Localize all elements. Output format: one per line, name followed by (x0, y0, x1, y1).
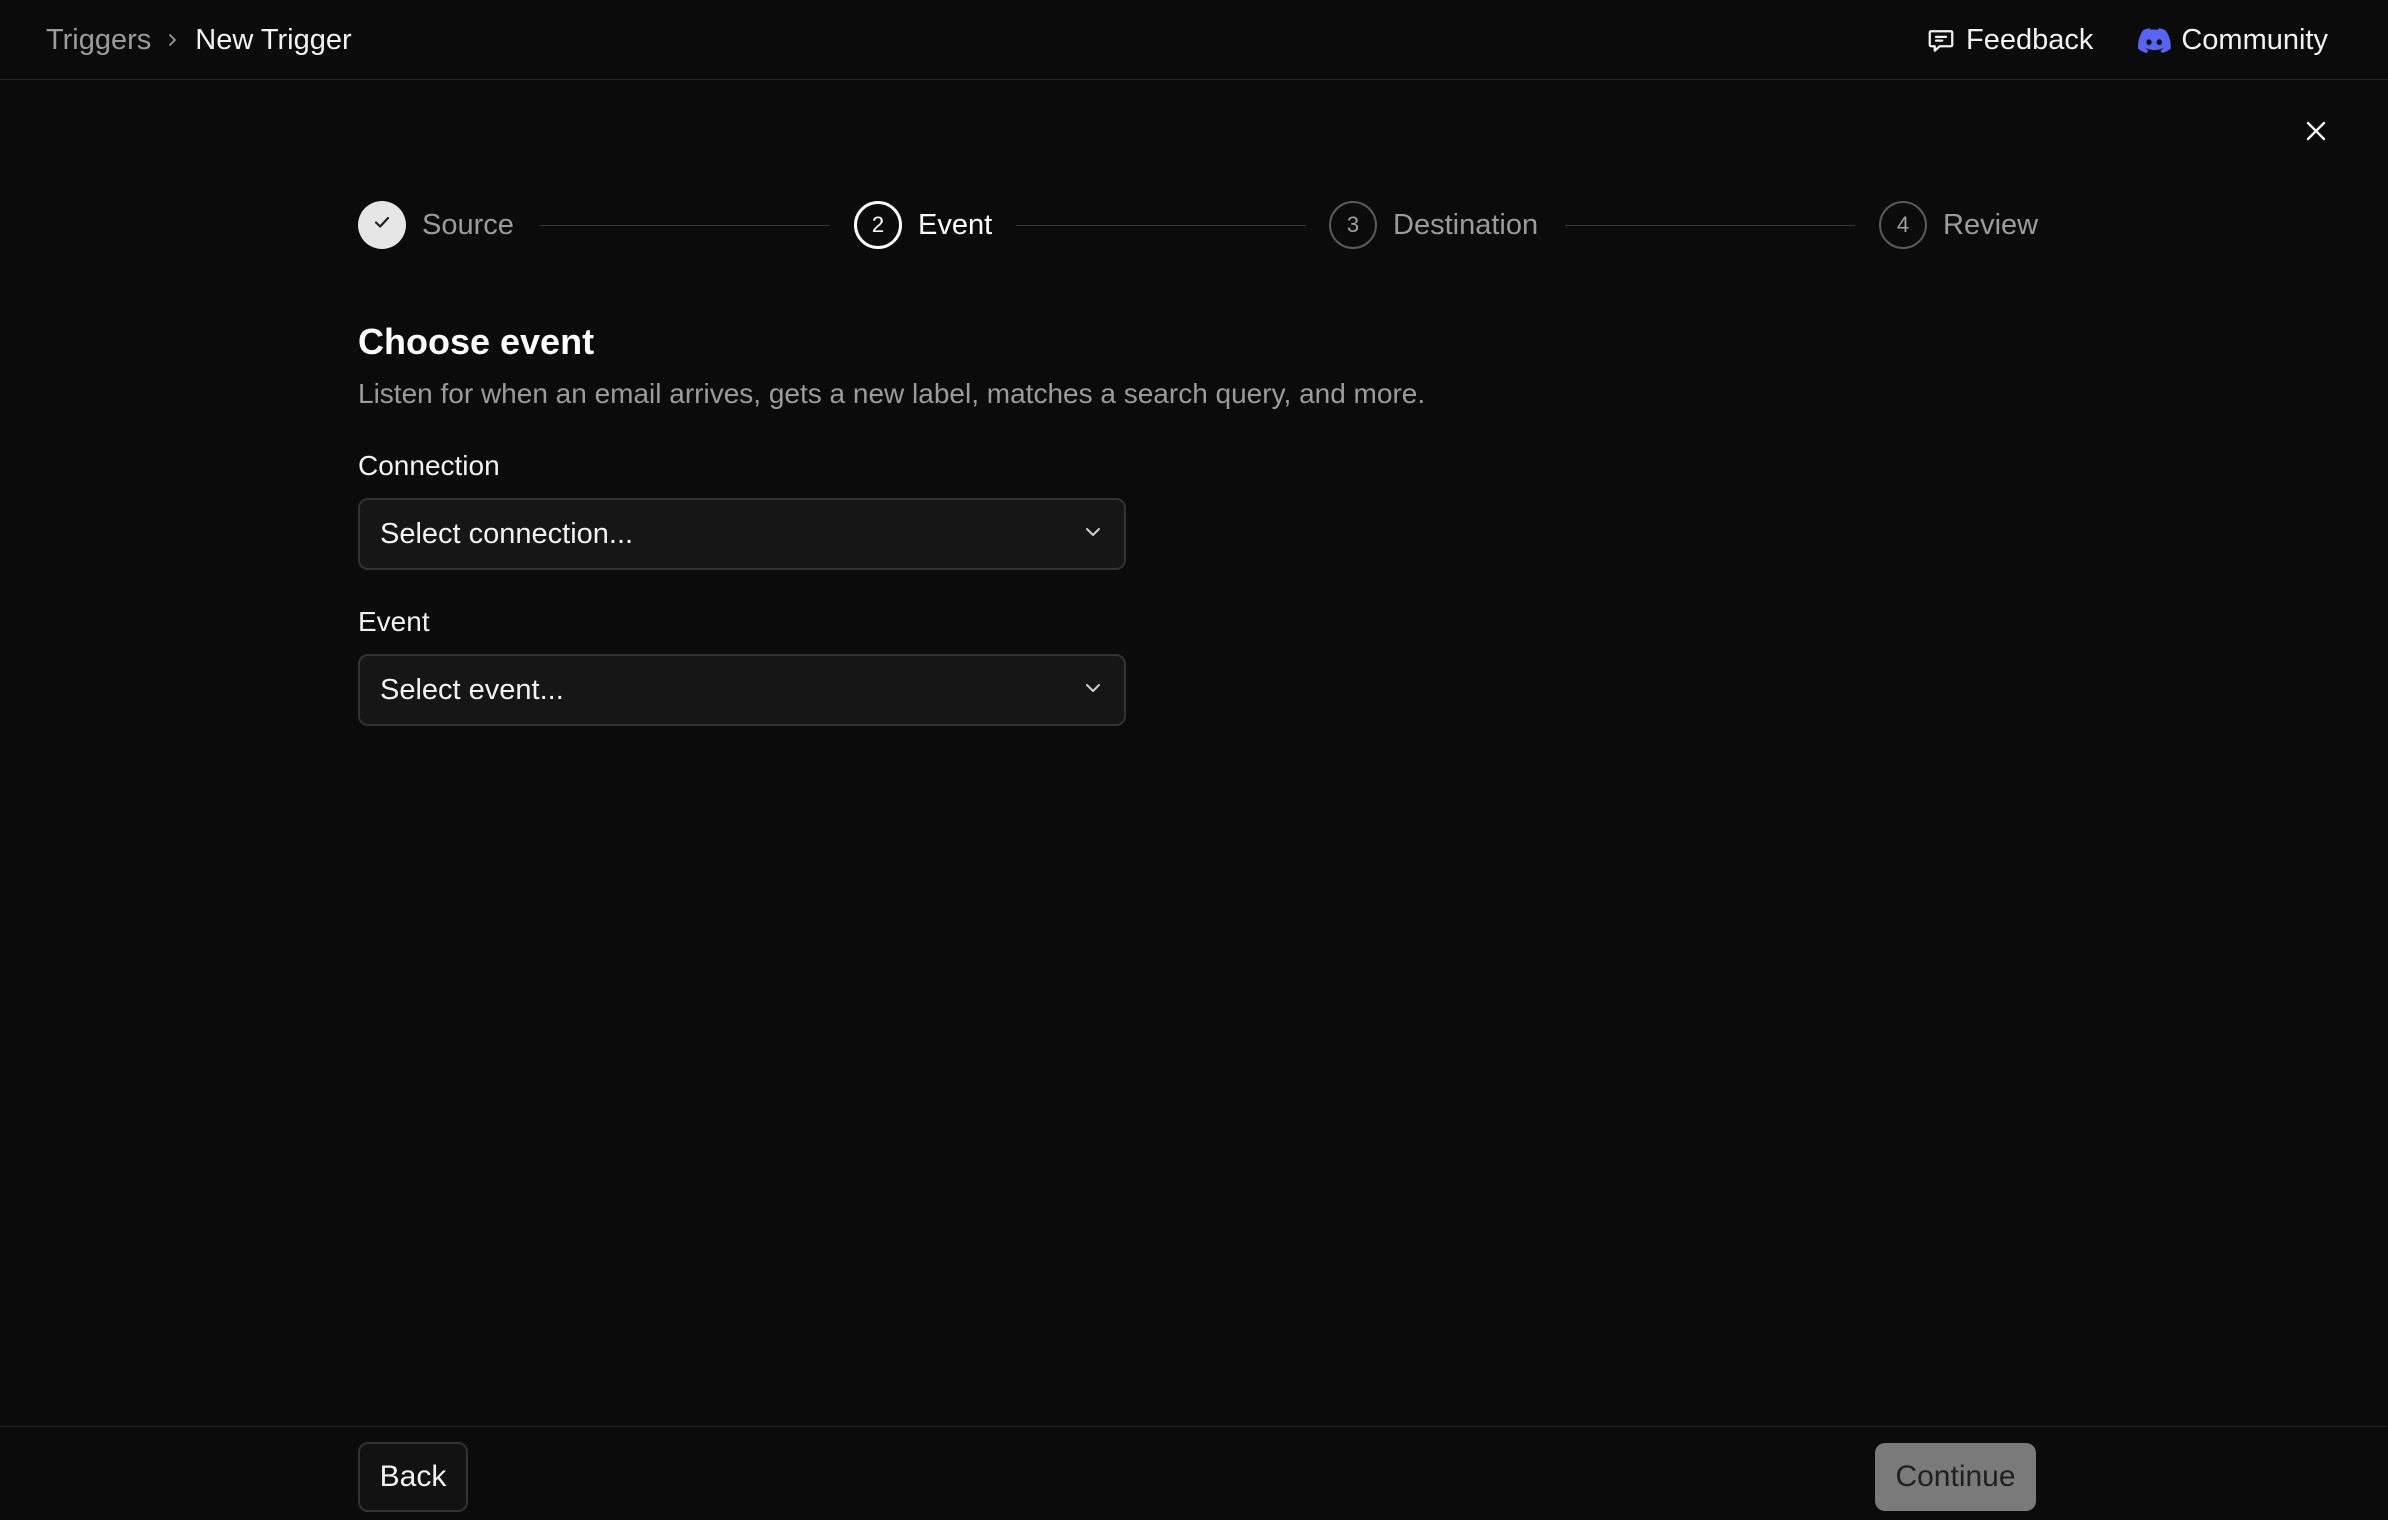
event-select[interactable]: Select event... (358, 654, 1126, 726)
breadcrumb-current: New Trigger (195, 23, 352, 56)
event-label: Event (358, 606, 430, 637)
step-label: Destination (1393, 208, 1539, 241)
close-button[interactable] (2298, 115, 2334, 151)
chevron-down-icon (1082, 518, 1104, 551)
step-circle (358, 201, 406, 249)
breadcrumb: Triggers New Trigger (46, 0, 352, 80)
step-connector (1016, 225, 1306, 226)
step-label: Review (1943, 208, 2039, 241)
close-icon (2304, 119, 2328, 148)
step-number: 4 (1879, 201, 1927, 249)
main-content: Choose event Listen for when an email ar… (358, 318, 2058, 726)
step-source[interactable]: Source (358, 201, 514, 249)
connection-select-value: Select connection... (380, 517, 634, 550)
discord-icon (2137, 25, 2172, 55)
stepper: Source 2 Event 3 Destination 4 Review (358, 201, 2038, 249)
page-title: Choose event (358, 321, 595, 362)
step-number: 2 (854, 201, 902, 249)
step-connector (540, 225, 830, 226)
chevron-right-icon (165, 32, 181, 48)
check-icon (371, 211, 393, 239)
page-description: Listen for when an email arrives, gets a… (358, 378, 1426, 409)
footer: Back Continue (0, 1426, 2388, 1520)
continue-button[interactable]: Continue (1875, 1443, 2036, 1511)
top-bar: Triggers New Trigger Feedback Community (0, 0, 2388, 80)
step-connector (1565, 225, 1855, 226)
connection-label: Connection (358, 450, 500, 481)
feedback-label: Feedback (1965, 23, 2094, 56)
connection-select[interactable]: Select connection... (358, 498, 1126, 570)
message-square-icon (1926, 25, 1956, 55)
step-event[interactable]: 2 Event (854, 201, 992, 249)
feedback-button[interactable]: Feedback (1926, 24, 2093, 57)
step-review[interactable]: 4 Review (1879, 201, 2038, 249)
top-actions: Feedback Community (1926, 0, 2328, 80)
back-button[interactable]: Back (358, 1442, 468, 1512)
step-label: Event (918, 208, 993, 241)
step-number: 3 (1329, 201, 1377, 249)
breadcrumb-triggers-link[interactable]: Triggers (46, 24, 151, 57)
chevron-down-icon (1082, 674, 1104, 707)
step-destination[interactable]: 3 Destination (1329, 201, 1538, 249)
event-select-value: Select event... (380, 673, 564, 706)
community-label: Community (2181, 23, 2328, 56)
community-button[interactable]: Community (2137, 24, 2328, 57)
step-label: Source (422, 208, 514, 241)
